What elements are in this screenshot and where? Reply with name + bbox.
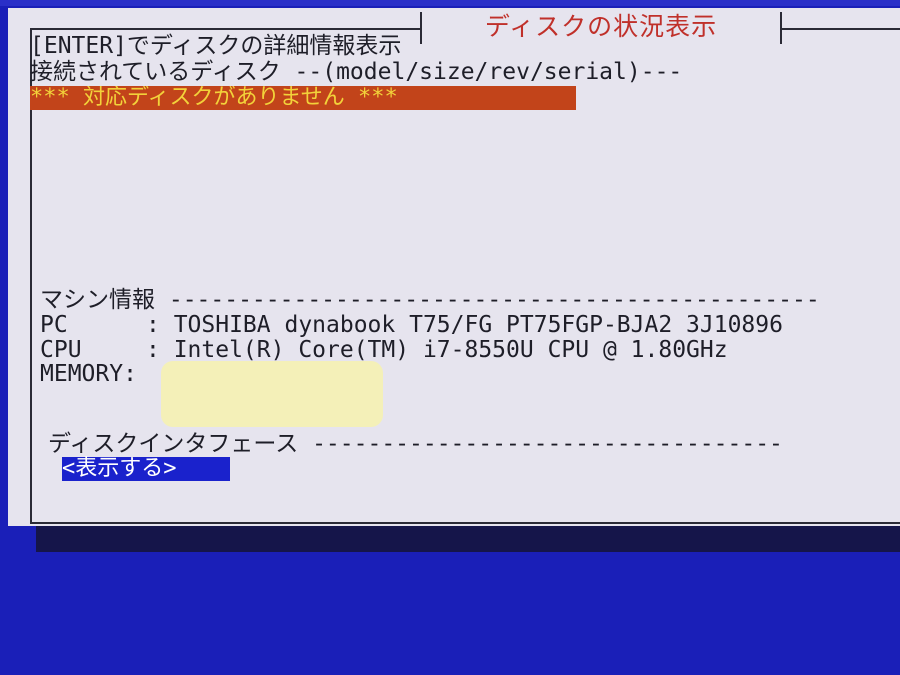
panel-title: ディスクの状況表示 — [484, 12, 718, 41]
panel-shadow — [36, 526, 900, 552]
disk-interface-header: ディスクインタフェース ----------------------------… — [48, 431, 783, 457]
pc-value: : TOSHIBA dynabook T75/FG PT75FGP-BJA2 3… — [146, 312, 783, 338]
no-disk-warning: *** 対応ディスクがありません *** — [30, 86, 576, 110]
panel-title-box: ディスクの状況表示 — [420, 12, 782, 44]
top-strip — [0, 0, 900, 6]
memory-value-redacted — [161, 361, 383, 427]
machine-info-header: マシン情報 ----------------------------------… — [40, 287, 820, 313]
cpu-label: CPU — [40, 337, 82, 363]
cpu-value: : Intel(R) Core(TM) i7-8550U CPU @ 1.80G… — [146, 337, 728, 363]
connected-disk-header: 接続されているディスク --(model/size/rev/serial)--- — [30, 59, 683, 85]
show-interface-button[interactable]: <表示する> — [62, 457, 230, 481]
pc-label: PC — [40, 312, 68, 338]
enter-hint: [ENTER]でディスクの詳細情報表示 — [30, 33, 402, 59]
memory-label: MEMORY: — [40, 361, 137, 387]
